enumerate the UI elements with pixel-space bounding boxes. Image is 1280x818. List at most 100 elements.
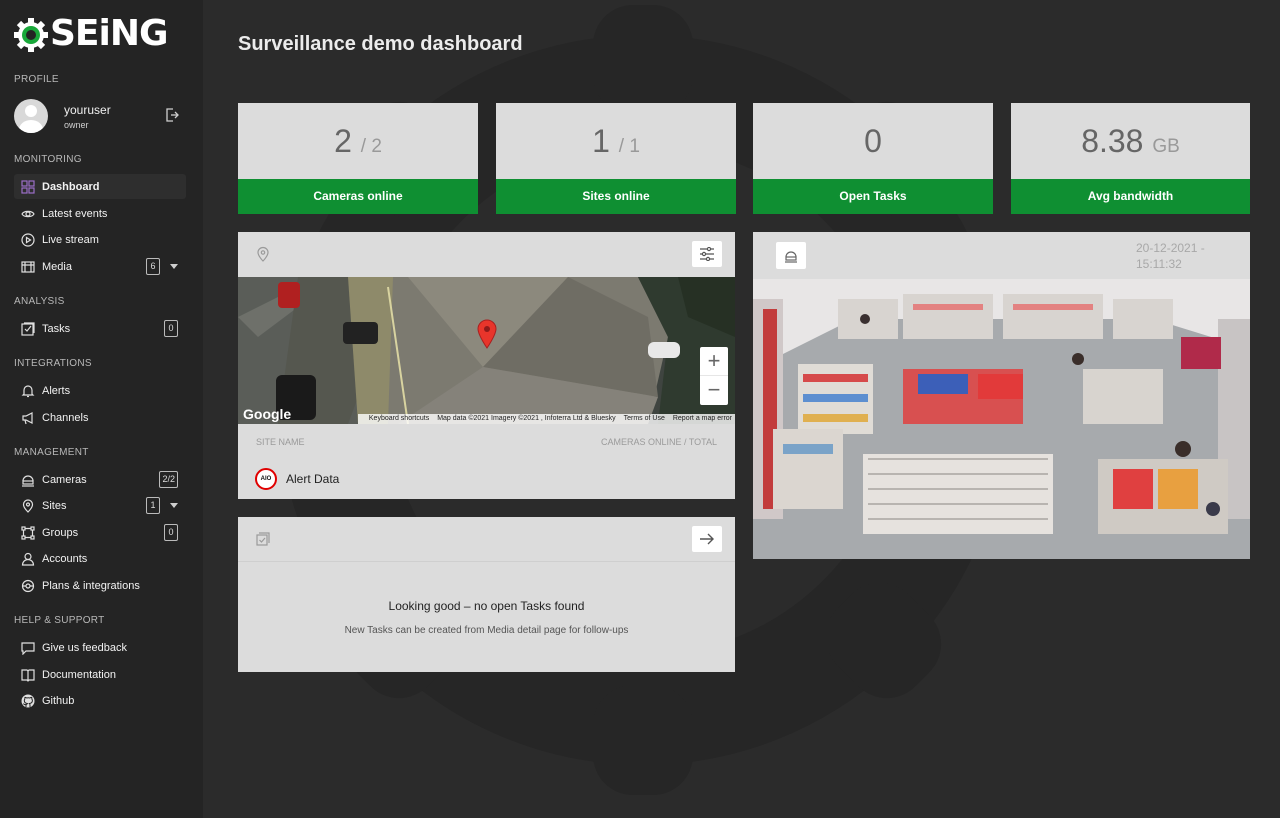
user-icon (21, 552, 35, 566)
sidebar-item-label: Plans & integrations (42, 579, 140, 592)
stat-card-sites[interactable]: 1 / 1 Sites online (496, 103, 736, 214)
site-logo: AIO (255, 468, 277, 490)
map-attribution: Keyboard shortcuts Map data ©2021 Imagery… (357, 414, 735, 424)
section-monitoring: MONITORING (14, 154, 82, 165)
column-header-cameras: CAMERAS ONLINE / TOTAL (600, 437, 717, 447)
chevron-down-icon[interactable] (170, 503, 178, 508)
stat-value: 1 (592, 123, 610, 159)
tasks-panel: Looking good – no open Tasks found New T… (238, 517, 735, 672)
task-check-icon (21, 321, 35, 336)
section-integrations: INTEGRATIONS (14, 358, 92, 369)
stat-label: Avg bandwidth (1011, 179, 1250, 214)
camera-time: 15:11:32 (1136, 257, 1182, 271)
stat-total: / 2 (360, 136, 382, 157)
location-pin-icon (256, 246, 270, 267)
sidebar-item-label: Channels (42, 411, 89, 424)
user-name: youruser (64, 102, 111, 117)
camera-date: 20-12-2021 - (1136, 241, 1205, 255)
sidebar-item-label: Sites (42, 499, 67, 512)
play-circle-icon (21, 232, 35, 247)
store-camera-image (753, 279, 1250, 559)
sidebar-item-label: Groups (42, 526, 79, 539)
sidebar-item-live-stream[interactable]: Live stream (14, 227, 186, 252)
stat-total: / 1 (618, 136, 640, 157)
logout-icon[interactable] (164, 107, 180, 123)
sidebar-item-label: Live stream (42, 233, 99, 246)
camera-timestamp: 20-12-2021 - 15:11:32 (1136, 240, 1226, 272)
sidebar-item-alerts[interactable]: Alerts (14, 378, 186, 403)
camera-snapshot[interactable] (753, 279, 1250, 559)
divider (238, 561, 735, 562)
sliders-icon (700, 247, 714, 261)
site-row[interactable]: AIO Alert Data (255, 468, 339, 490)
report-error-link[interactable]: Report a map error (673, 415, 732, 422)
section-analysis: ANALYSIS (14, 296, 65, 307)
sidebar-item-feedback[interactable]: Give us feedback (14, 635, 186, 660)
map-data-text: Map data ©2021 Imagery ©2021 , Infoterra… (437, 415, 616, 422)
map-zoom-control: + − (700, 347, 728, 405)
arrow-right-icon (700, 533, 714, 545)
sidebar-item-dashboard[interactable]: Dashboard (14, 174, 186, 199)
task-check-icon (256, 532, 270, 551)
zoom-out-button[interactable]: − (700, 376, 728, 405)
sidebar-item-media[interactable]: Media 6 (14, 254, 186, 279)
sidebar-item-plans[interactable]: Plans & integrations (14, 573, 186, 598)
sidebar-item-label: Accounts (42, 552, 88, 565)
google-logo: Google (243, 406, 292, 422)
plans-icon (21, 579, 35, 593)
github-icon (21, 694, 35, 708)
filter-settings-button[interactable] (692, 241, 722, 267)
dashboard-icon (21, 179, 35, 194)
stat-label: Cameras online (238, 179, 478, 214)
sidebar-item-tasks[interactable]: Tasks 0 (14, 316, 186, 341)
sidebar-item-label: Media (42, 260, 72, 273)
sites-count-badge: 1 (146, 497, 160, 514)
terms-link[interactable]: Terms of Use (624, 415, 665, 422)
stat-total: GB (1152, 136, 1180, 157)
camera-select-button[interactable] (776, 242, 806, 269)
media-icon (21, 260, 35, 274)
open-tasks-button[interactable] (692, 526, 722, 552)
sidebar-item-sites[interactable]: Sites 1 (14, 493, 186, 518)
site-map[interactable]: + − Google Keyboard shortcuts Map data ©2… (238, 277, 735, 424)
sidebar-item-label: Documentation (42, 668, 116, 681)
stat-card-bandwidth[interactable]: 8.38 GB Avg bandwidth (1011, 103, 1250, 214)
eye-icon (21, 207, 35, 221)
sidebar-item-label: Dashboard (42, 180, 100, 193)
sidebar-item-documentation[interactable]: Documentation (14, 662, 186, 687)
sidebar-item-label: Alerts (42, 384, 71, 397)
cameras-count-badge: 2/2 (159, 471, 178, 488)
stat-card-open-tasks[interactable]: 0 Open Tasks (753, 103, 993, 214)
sidebar: SEiNG PROFILE youruser owner MONITORING … (0, 0, 203, 818)
sidebar-item-label: Latest events (42, 207, 108, 220)
zoom-in-button[interactable]: + (700, 347, 728, 376)
camera-icon (21, 473, 35, 487)
sidebar-item-label: Cameras (42, 473, 87, 486)
camera-icon (785, 250, 797, 263)
brand-name: SEiNG (50, 13, 169, 54)
profile: youruser owner (14, 98, 186, 134)
media-count-badge: 6 (146, 258, 160, 275)
section-profile: PROFILE (14, 74, 59, 85)
map-marker-icon[interactable] (477, 319, 497, 349)
tasks-count-badge: 0 (164, 320, 178, 337)
stat-card-cameras[interactable]: 2 / 2 Cameras online (238, 103, 478, 214)
empty-state-subtitle: New Tasks can be created from Media deta… (344, 625, 629, 636)
keyboard-shortcuts-link[interactable]: Keyboard shortcuts (369, 415, 429, 422)
chat-bubble-icon (21, 641, 35, 655)
sidebar-item-accounts[interactable]: Accounts (14, 546, 186, 571)
sidebar-item-github[interactable]: Github (14, 688, 186, 713)
sidebar-item-latest-events[interactable]: Latest events (14, 201, 186, 226)
section-help: HELP & SUPPORT (14, 615, 105, 626)
sidebar-item-label: Github (42, 694, 75, 707)
sidebar-item-groups[interactable]: Groups 0 (14, 520, 186, 545)
chevron-down-icon[interactable] (170, 264, 178, 269)
sidebar-item-cameras[interactable]: Cameras 2/2 (14, 467, 186, 492)
groups-count-badge: 0 (164, 524, 178, 541)
empty-state-title: Looking good – no open Tasks found (388, 599, 585, 613)
sidebar-item-channels[interactable]: Channels (14, 405, 186, 430)
avatar[interactable] (14, 99, 48, 133)
logo[interactable]: SEiNG (14, 13, 169, 54)
section-management: MANAGEMENT (14, 447, 89, 458)
stat-value: 8.38 (1081, 123, 1144, 159)
